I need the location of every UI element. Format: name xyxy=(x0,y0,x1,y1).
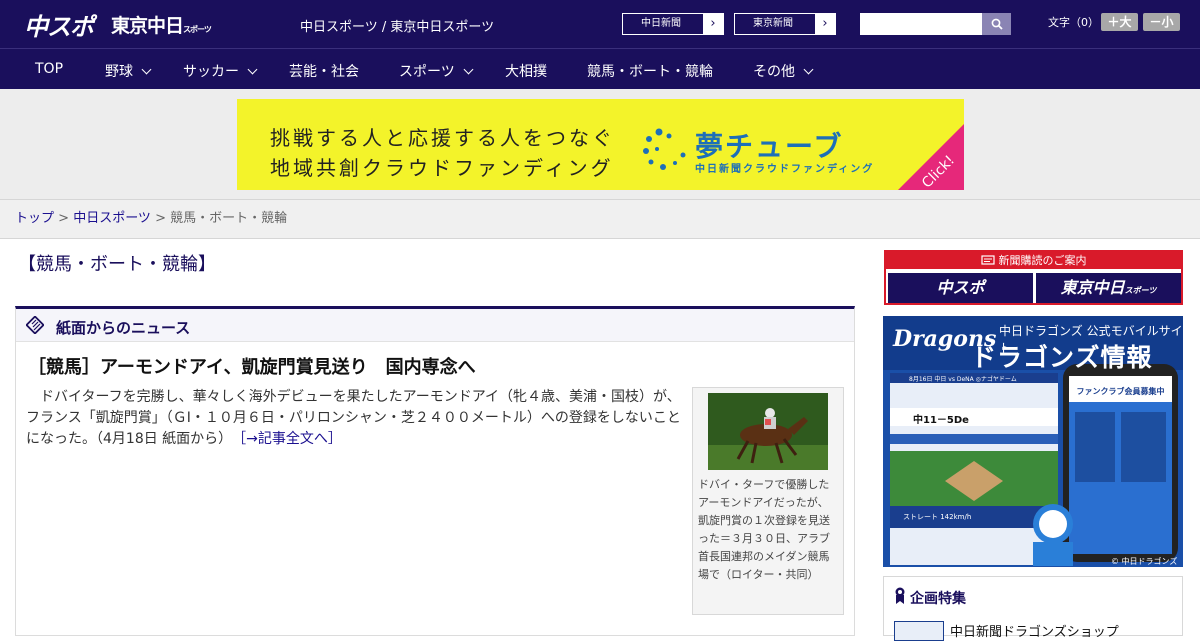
subscription-header: 新聞購読のご案内 xyxy=(886,252,1181,269)
chuspo-logo[interactable]: 中スポ xyxy=(24,7,94,42)
search-input[interactable] xyxy=(860,13,982,35)
newspaper-icon xyxy=(980,255,995,265)
nav-item-sports[interactable]: スポーツ xyxy=(399,61,474,81)
font-larger-button[interactable]: ＋大 xyxy=(1101,13,1138,31)
breadcrumb-separator: > xyxy=(54,211,74,226)
crowdfunding-banner[interactable]: 挑戦する人と応援する人をつなぐ 地域共創クラウドファンディング 夢チューブ 中日… xyxy=(237,99,964,190)
subscribe-tokyo-label: 東京中日 xyxy=(1060,278,1125,297)
search-button[interactable] xyxy=(982,13,1011,35)
subscribe-tokyo-chunichi-button[interactable]: 東京中日スポーツ xyxy=(1036,273,1181,303)
dragons-shop-link[interactable]: 中日新聞ドラゴンズショップ xyxy=(950,621,1119,640)
nav-item-label: 野球 xyxy=(105,64,133,80)
tokyo-logo-text: 東京中日 xyxy=(111,15,184,37)
article-body: ドバイターフを完勝し、華々しく海外デビューを果たしたアーモンドアイ（牝４歳、美浦… xyxy=(26,387,686,450)
dragons-shop-thumb[interactable] xyxy=(894,621,944,641)
chunichi-shimbun-link[interactable]: 中日新聞 › xyxy=(622,13,724,35)
article-text: ドバイターフを完勝し、華々しく海外デビューを果たしたアーモンドアイ（牝４歳、美浦… xyxy=(26,389,681,447)
dragons-copyright: © 中日ドラゴンズ xyxy=(1111,557,1178,566)
dragons-mobile-ad[interactable]: Dragons 中日ドラゴンズ 公式モバイルサイト ドラゴンズ情報 8月16日 … xyxy=(883,316,1183,567)
nav-item-label: 大相撲 xyxy=(505,64,547,80)
nav-item-soccer[interactable]: サッカー xyxy=(183,61,258,81)
font-smaller-button[interactable]: －小 xyxy=(1143,13,1180,31)
chevron-down-icon xyxy=(463,64,474,75)
read-more-link[interactable]: ［→記事全文へ］ xyxy=(239,431,342,447)
top-header: 中スポ 東京中日スポーツ 中日スポーツ / 東京中日スポーツ 中日新聞 › 東京… xyxy=(0,0,1200,48)
photo-box: ドバイ・ターフで優勝したアーモンドアイだったが、凱旋門賞の１次登録を見送った＝３… xyxy=(692,387,844,615)
nav-item-top[interactable]: TOP xyxy=(35,61,63,77)
breadcrumb-separator: > xyxy=(150,211,171,226)
subscribe-tokyo-small: スポーツ xyxy=(1124,286,1157,295)
nav-item-baseball[interactable]: 野球 xyxy=(105,61,152,81)
news-section-header: 紙面からのニュース xyxy=(16,309,854,342)
dragons-title: ドラゴンズ情報 xyxy=(971,343,1153,372)
dragons-score: 中11－5De xyxy=(913,415,969,426)
photo-caption: ドバイ・ターフで優勝したアーモンドアイだったが、凱旋門賞の１次登録を見送った＝３… xyxy=(698,478,830,581)
dragons-game-header: 8月16日 中日 vs DeNA ◎ナゴヤドーム xyxy=(909,376,1017,383)
news-section: 紙面からのニュース ［競馬］アーモンドアイ、凱旋門賞見送り 国内専念へ ドバイタ… xyxy=(15,306,855,636)
dragons-pitch: ストレート 142km/h xyxy=(903,513,972,521)
subscription-box: 新聞購読のご案内 中スポ 東京中日スポーツ xyxy=(884,250,1183,305)
nav-item-sumo[interactable]: 大相撲 xyxy=(505,61,547,81)
horse-race-photo[interactable] xyxy=(708,393,828,470)
tokyo-shimbun-link[interactable]: 東京新聞 › xyxy=(734,13,836,35)
nav-item-other[interactable]: その他 xyxy=(753,61,814,81)
nav-item-label: 競馬・ボート・競輪 xyxy=(587,64,713,80)
ribbon-icon xyxy=(895,587,905,604)
banner-line1: 挑戦する人と応援する人をつなぐ xyxy=(270,126,615,150)
font-size-label: 文字（0） xyxy=(1048,16,1099,29)
chevron-right-icon: › xyxy=(703,14,723,34)
banner-brand: 夢チューブ xyxy=(695,130,844,163)
nav-item-label: TOP xyxy=(35,61,64,77)
tokyo-logo-small: スポーツ xyxy=(183,25,212,34)
breadcrumb: トップ > 中日スポーツ > 競馬・ボート・競輪 xyxy=(0,200,1200,239)
dots-logo-icon xyxy=(643,128,686,170)
special-features-box: 企画特集 中日新聞ドラゴンズショップ xyxy=(883,576,1183,641)
nav-item-label: サッカー xyxy=(183,64,239,80)
chunichi-shimbun-label: 中日新聞 xyxy=(641,18,681,29)
banner-subtitle: 中日新聞クラウドファンディング xyxy=(695,164,875,175)
page-title: 【競馬・ボート・競輪】 xyxy=(18,254,216,275)
site-title: 中日スポーツ / 東京中日スポーツ xyxy=(300,20,495,35)
subscribe-chuspo-button[interactable]: 中スポ xyxy=(888,273,1033,303)
dragons-members: ファンクラブ会員募集中 xyxy=(1076,387,1165,396)
article-title[interactable]: ［競馬］アーモンドアイ、凱旋門賞見送り 国内専念へ xyxy=(28,353,476,379)
subscription-header-label: 新聞購読のご案内 xyxy=(998,254,1087,267)
main-nav: TOP 野球 サッカー 芸能・社会 スポーツ 大相撲 競馬・ボート・競輪 その他 xyxy=(0,48,1200,89)
nav-item-label: その他 xyxy=(753,64,795,80)
news-section-title: 紙面からのニュース xyxy=(56,319,191,337)
tokyo-shimbun-label: 東京新聞 xyxy=(753,18,793,29)
breadcrumb-section[interactable]: 中日スポーツ xyxy=(73,211,151,226)
chevron-right-icon: › xyxy=(815,14,835,34)
banner-zone: 挑戦する人と応援する人をつなぐ 地域共創クラウドファンディング 夢チューブ 中日… xyxy=(0,89,1200,200)
chevron-down-icon xyxy=(803,64,814,75)
nav-item-label: 芸能・社会 xyxy=(289,64,359,80)
search-icon xyxy=(991,18,1003,30)
newspaper-icon xyxy=(26,316,44,334)
banner-line2: 地域共創クラウドファンディング xyxy=(270,156,614,180)
chevron-down-icon xyxy=(247,64,258,75)
special-features-title: 企画特集 xyxy=(910,591,966,607)
nav-item-keiba[interactable]: 競馬・ボート・競輪 xyxy=(587,61,713,81)
chevron-down-icon xyxy=(141,64,152,75)
tokyo-chunichi-logo[interactable]: 東京中日スポーツ xyxy=(111,11,212,38)
breadcrumb-home[interactable]: トップ xyxy=(15,211,54,226)
breadcrumb-current: 競馬・ボート・競輪 xyxy=(170,211,288,226)
nav-item-entertainment[interactable]: 芸能・社会 xyxy=(289,61,359,81)
nav-item-label: スポーツ xyxy=(399,64,455,80)
